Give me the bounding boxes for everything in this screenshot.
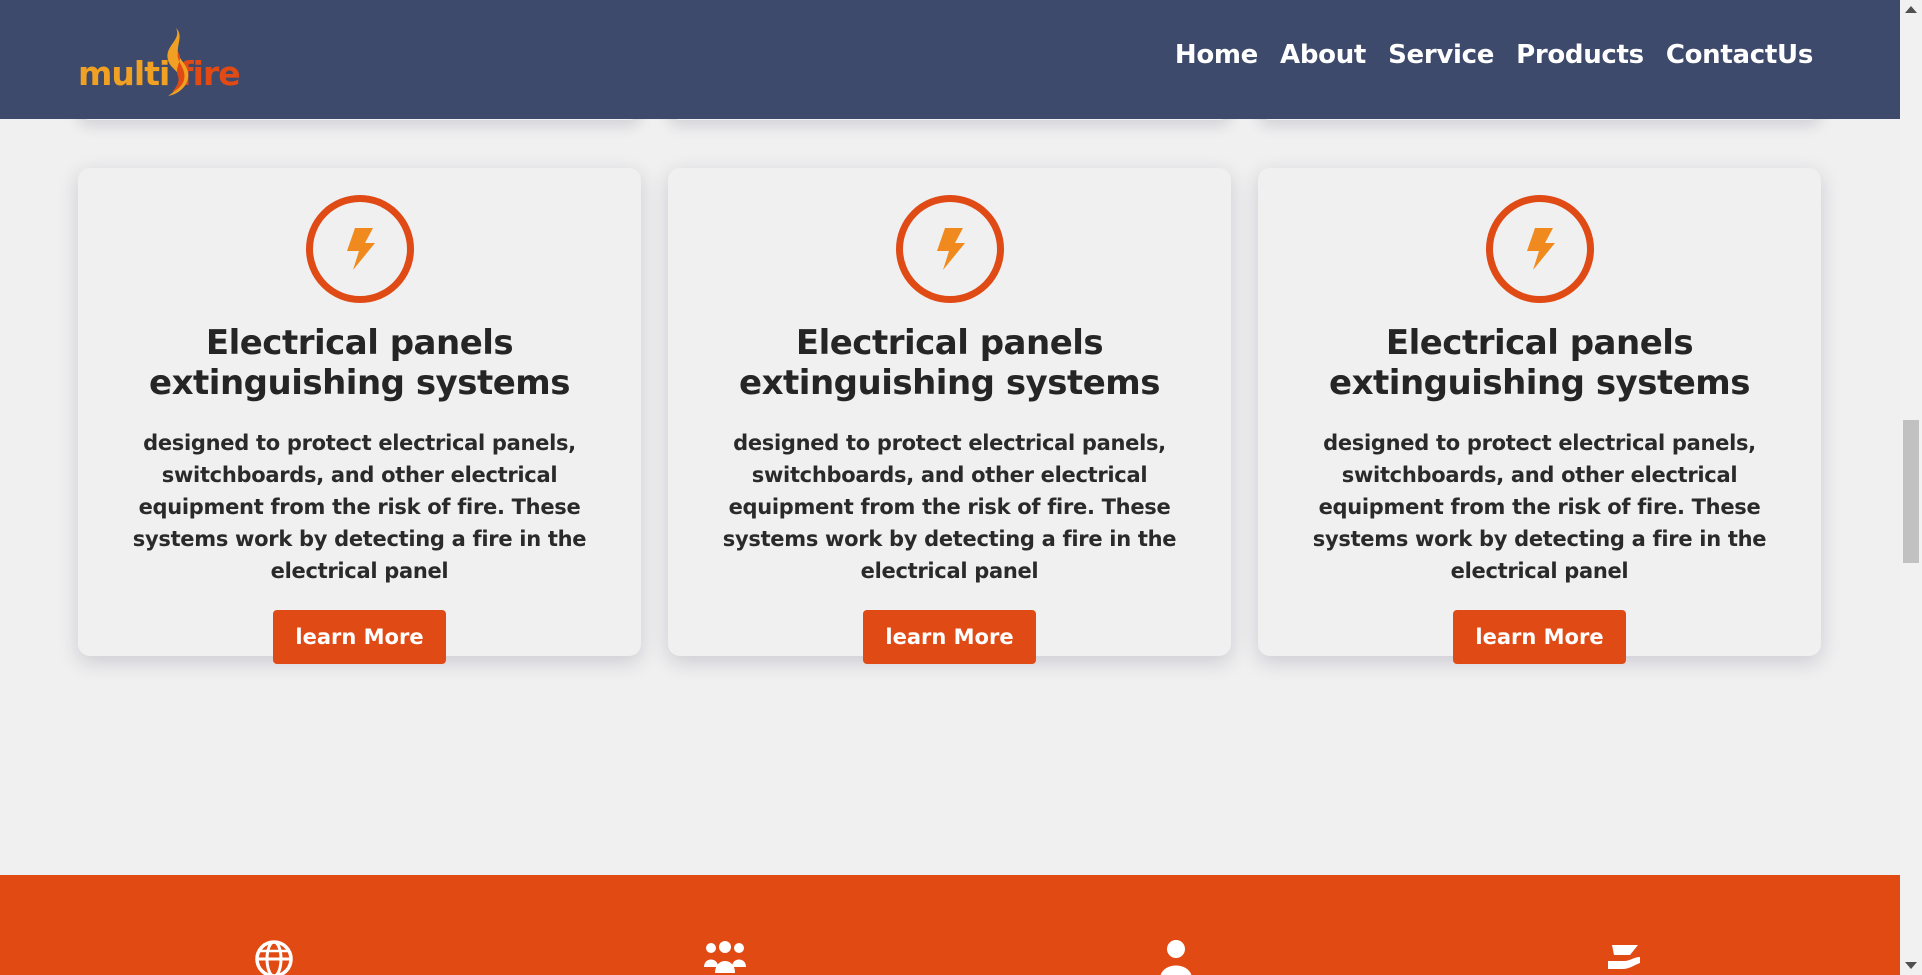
service-card: Electrical panels extinguishing systems … xyxy=(1258,168,1821,664)
lightning-icon xyxy=(346,228,375,270)
learn-more-button[interactable]: learn More xyxy=(1453,610,1626,664)
service-icon-ring xyxy=(1485,195,1594,303)
main-nav: Home About Service Products ContactUs xyxy=(1175,40,1813,70)
service-description: designed to protect electrical panels, s… xyxy=(132,431,587,583)
service-title: Electrical panels extinguishing systems xyxy=(739,323,1160,403)
service-icon-ring xyxy=(895,195,1004,303)
nav-home[interactable]: Home xyxy=(1175,40,1258,70)
vertical-scrollbar[interactable] xyxy=(1900,0,1922,975)
nav-contactus[interactable]: ContactUs xyxy=(1666,40,1813,70)
lightning-icon xyxy=(1526,228,1555,270)
logo[interactable]: multi fire xyxy=(78,28,248,96)
users-group-icon xyxy=(704,941,746,973)
service-title: Electrical panels extinguishing systems xyxy=(149,323,570,403)
service-icon-ring xyxy=(305,195,414,303)
nav-service[interactable]: Service xyxy=(1388,40,1494,70)
scroll-down-arrow-icon[interactable] xyxy=(1905,962,1917,969)
services-grid: Electrical panels extinguishing systems … xyxy=(78,168,1823,664)
scroll-up-arrow-icon[interactable] xyxy=(1905,6,1917,13)
learn-more-button[interactable]: learn More xyxy=(273,610,446,664)
site-header: multi fire Home About Service Products Co… xyxy=(0,0,1900,119)
service-title: Electrical panels extinguishing systems xyxy=(1329,323,1750,403)
service-description: designed to protect electrical panels, s… xyxy=(1312,431,1767,583)
flame-icon xyxy=(167,28,189,96)
page-viewport: multi fire Home About Service Products Co… xyxy=(0,0,1900,975)
service-card: Electrical panels extinguishing systems … xyxy=(78,168,641,664)
service-description: designed to protect electrical panels, s… xyxy=(722,431,1177,583)
scrollbar-thumb[interactable] xyxy=(1903,420,1919,563)
hand-heart-icon xyxy=(1608,945,1640,969)
learn-more-button[interactable]: learn More xyxy=(863,610,1036,664)
stats-band xyxy=(0,875,1900,975)
lightning-icon xyxy=(936,228,965,270)
service-card: Electrical panels extinguishing systems … xyxy=(668,168,1231,664)
globe-icon xyxy=(255,940,293,975)
nav-about[interactable]: About xyxy=(1280,40,1366,70)
nav-products[interactable]: Products xyxy=(1516,40,1644,70)
user-icon xyxy=(1160,940,1192,975)
